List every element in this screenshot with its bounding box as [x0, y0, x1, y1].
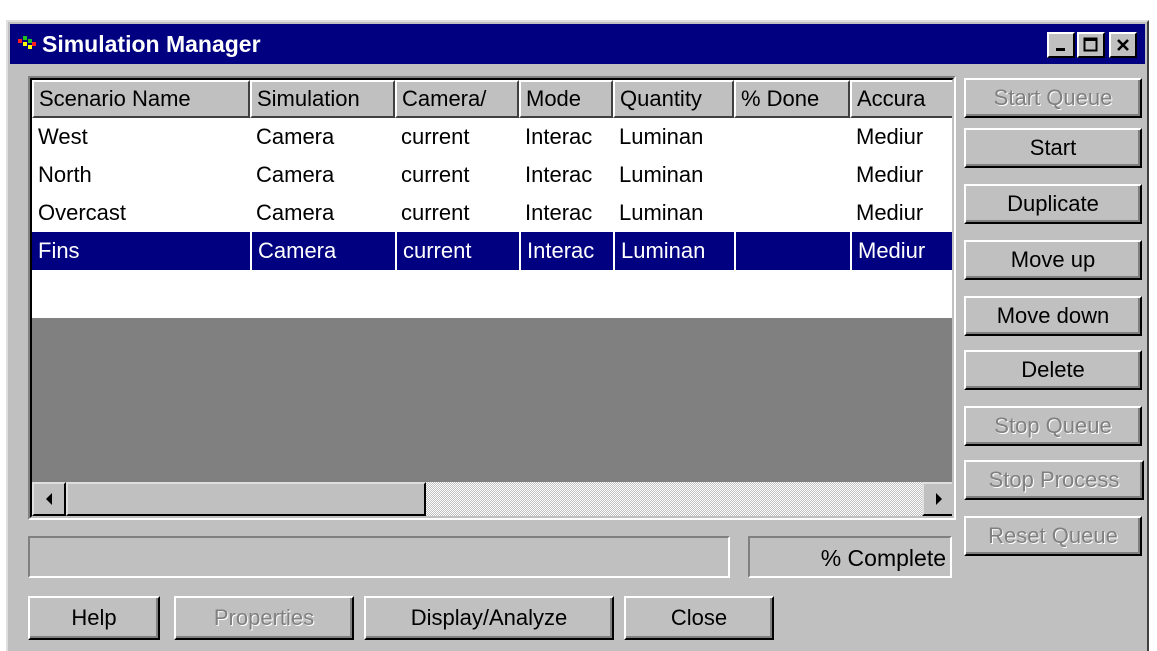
cell-percent-done [734, 232, 850, 270]
start-button[interactable]: Start [964, 128, 1142, 168]
cell-quantity: Luminan [619, 200, 704, 225]
cell-scenario-name: Fins [38, 238, 80, 263]
table-row[interactable]: Overcast Camera current Interac Luminan … [32, 194, 952, 232]
column-header-accuracy[interactable]: Accura [850, 80, 952, 118]
column-header-simulation[interactable]: Simulation [250, 80, 395, 118]
table-row[interactable]: North Camera current Interac Luminan Med… [32, 156, 952, 194]
cell-accuracy: Mediur [850, 232, 952, 270]
help-button[interactable]: Help [28, 596, 160, 640]
cell-camera: current [401, 124, 470, 149]
cell-scenario-name: Overcast [38, 200, 127, 225]
scroll-right-button[interactable] [922, 482, 952, 516]
arrow-left-icon [46, 493, 52, 505]
properties-button[interactable]: Properties [174, 596, 354, 640]
table-body: West Camera current Interac Luminan Medi… [32, 118, 952, 318]
cell-accuracy: Mediur [856, 162, 924, 187]
close-icon [1117, 39, 1129, 51]
stop-queue-button[interactable]: Stop Queue [964, 406, 1142, 446]
cell-scenario-name: North [38, 162, 92, 187]
cell-mode: Interac [519, 232, 613, 270]
progress-bar [28, 536, 730, 578]
simulation-manager-window: Simulation Manager Scenario Name Simulat… [6, 20, 1149, 651]
cell-simulation: Camera [250, 232, 395, 270]
display-analyze-button[interactable]: Display/Analyze [364, 596, 614, 640]
cell-scenario-name: West [38, 124, 88, 149]
scrollbar-thumb[interactable] [66, 482, 426, 516]
cell-percent-done [734, 194, 850, 232]
cell-simulation: Camera [256, 124, 335, 149]
minimize-icon [1056, 48, 1065, 51]
cell-accuracy: Mediur [856, 200, 924, 225]
percent-complete-field: % Complete [748, 536, 952, 578]
cell-mode: Interac [525, 124, 593, 149]
column-header-scenario-name[interactable]: Scenario Name [32, 80, 250, 118]
stop-process-button[interactable]: Stop Process [964, 460, 1144, 500]
move-down-button[interactable]: Move down [964, 296, 1142, 336]
arrow-right-icon [936, 493, 942, 505]
cell-accuracy: Mediur [856, 124, 924, 149]
maximize-icon [1083, 37, 1098, 52]
scroll-left-button[interactable] [32, 482, 66, 516]
app-icon [18, 36, 36, 49]
cell-camera: current [401, 162, 470, 187]
horizontal-scrollbar[interactable] [32, 482, 952, 516]
table-header: Scenario Name Simulation Camera/ Mode Qu… [32, 80, 952, 118]
minimize-button[interactable] [1047, 32, 1075, 58]
cell-camera: current [401, 200, 470, 225]
move-up-button[interactable]: Move up [964, 240, 1142, 280]
cell-quantity: Luminan [613, 232, 734, 270]
maximize-button[interactable] [1077, 32, 1105, 58]
close-window-button[interactable] [1109, 32, 1137, 58]
cell-percent-done [734, 118, 850, 156]
cell-mode: Interac [525, 200, 593, 225]
title-bar[interactable]: Simulation Manager [10, 24, 1145, 64]
column-header-quantity[interactable]: Quantity [613, 80, 734, 118]
start-queue-button[interactable]: Start Queue [964, 78, 1142, 118]
delete-button[interactable]: Delete [964, 350, 1142, 390]
duplicate-button[interactable]: Duplicate [964, 184, 1142, 224]
cell-mode: Interac [525, 162, 593, 187]
scenario-list[interactable]: Scenario Name Simulation Camera/ Mode Qu… [28, 76, 956, 520]
cell-simulation: Camera [256, 200, 335, 225]
cell-simulation: Camera [256, 162, 335, 187]
cell-percent-done [734, 156, 850, 194]
reset-queue-button[interactable]: Reset Queue [964, 516, 1142, 556]
column-header-mode[interactable]: Mode [519, 80, 613, 118]
table-row[interactable]: West Camera current Interac Luminan Medi… [32, 118, 952, 156]
close-button[interactable]: Close [624, 596, 774, 640]
table-row-selected[interactable]: Fins Camera current Interac Luminan Medi… [32, 232, 952, 270]
cell-quantity: Luminan [619, 162, 704, 187]
cell-camera: current [395, 232, 519, 270]
column-header-percent-done[interactable]: % Done [734, 80, 850, 118]
window-title: Simulation Manager [42, 31, 261, 57]
column-header-camera[interactable]: Camera/ [395, 80, 519, 118]
percent-complete-label: % Complete [820, 545, 946, 571]
cell-quantity: Luminan [619, 124, 704, 149]
